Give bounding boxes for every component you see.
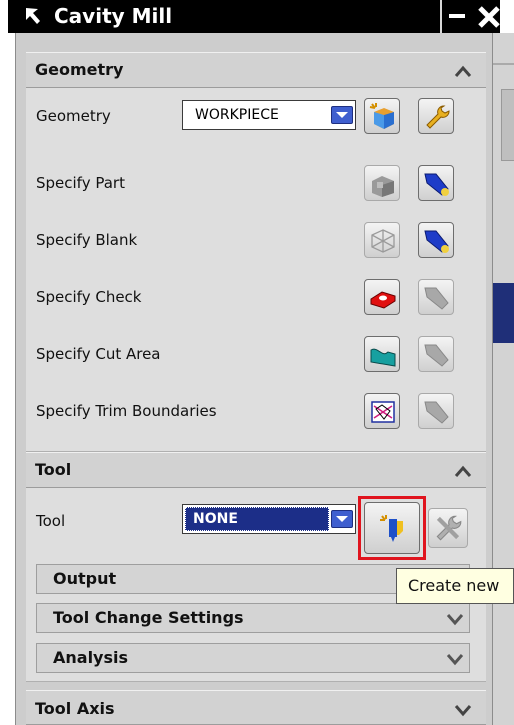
check-body-icon [370,291,396,309]
tool-section-header[interactable]: Tool [26,452,486,488]
specify-trim-boundaries-button[interactable] [364,393,400,429]
specify-cut-area-button[interactable] [364,336,400,372]
expand-chevron-icon[interactable] [445,612,465,626]
display-part-button[interactable] [418,165,454,201]
expand-chevron-icon[interactable] [445,652,465,666]
geometry-section-body [26,88,486,452]
geometry-label: Geometry [36,107,111,125]
display-cut-area-button[interactable] [418,336,454,372]
tooltip-text: Create new [408,576,500,595]
output-subsection-title: Output [53,569,117,588]
specify-trim-boundaries-label: Specify Trim Boundaries [36,402,217,420]
analysis-subsection[interactable]: Analysis [36,643,470,673]
create-geometry-icon [369,103,394,129]
display-flashlight-icon [424,173,449,196]
geometry-section-header[interactable]: Geometry [26,52,486,88]
geometry-dropdown[interactable]: WORKPIECE [182,100,356,130]
display-flashlight-icon [424,344,449,367]
background-app-strip [493,33,514,725]
display-flashlight-icon [424,230,449,253]
window-title: Cavity Mill [54,4,173,28]
display-blank-button[interactable] [418,222,454,258]
title-bar[interactable]: Cavity Mill [8,0,500,33]
tool-change-settings-subsection[interactable]: Tool Change Settings [36,603,470,633]
dropdown-arrow-icon[interactable] [331,106,353,124]
specify-blank-label: Specify Blank [36,231,138,249]
tool-dropdown[interactable]: NONE [182,504,356,534]
trim-boundary-icon [371,401,395,423]
create-geometry-button[interactable] [364,98,400,134]
collapse-chevron-icon[interactable] [453,64,473,78]
dropdown-arrow-icon[interactable] [331,510,353,528]
display-check-button[interactable] [418,279,454,315]
specify-check-label: Specify Check [36,288,142,306]
edit-geometry-button[interactable] [418,98,454,134]
tool-axis-section-title: Tool Axis [35,699,115,718]
specify-cut-area-label: Specify Cut Area [36,345,161,363]
specify-blank-button[interactable] [364,222,400,258]
tool-label: Tool [36,512,66,530]
expand-chevron-icon[interactable] [453,703,473,717]
display-flashlight-icon [424,401,449,424]
analysis-subsection-title: Analysis [53,648,129,667]
tool-change-settings-title: Tool Change Settings [53,608,244,627]
create-tool-icon [380,515,403,542]
display-trim-boundaries-button[interactable] [418,393,454,429]
part-icon [372,176,394,197]
geometry-section-title: Geometry [35,60,124,79]
tool-axis-section-header[interactable]: Tool Axis [26,690,486,725]
specify-part-button[interactable] [364,165,400,201]
tool-section-title: Tool [35,460,72,479]
tooltip: Create new [396,568,514,604]
tool-dropdown-value: NONE [193,511,238,527]
title-divider [440,0,442,33]
edit-tool-button[interactable] [428,508,468,548]
minimize-icon[interactable] [446,5,468,27]
blank-icon [371,229,395,253]
title-arrow-icon[interactable] [24,6,46,26]
edit-wrench-icon [426,105,450,129]
geometry-dropdown-value: WORKPIECE [195,107,279,123]
edit-tool-icon [436,515,462,541]
cut-area-icon [370,348,396,367]
specify-part-label: Specify Part [36,174,125,192]
display-flashlight-icon [424,287,449,310]
create-tool-button[interactable] [364,502,420,554]
collapse-chevron-icon[interactable] [453,464,473,478]
specify-check-button[interactable] [364,279,400,315]
close-icon[interactable] [475,5,503,29]
